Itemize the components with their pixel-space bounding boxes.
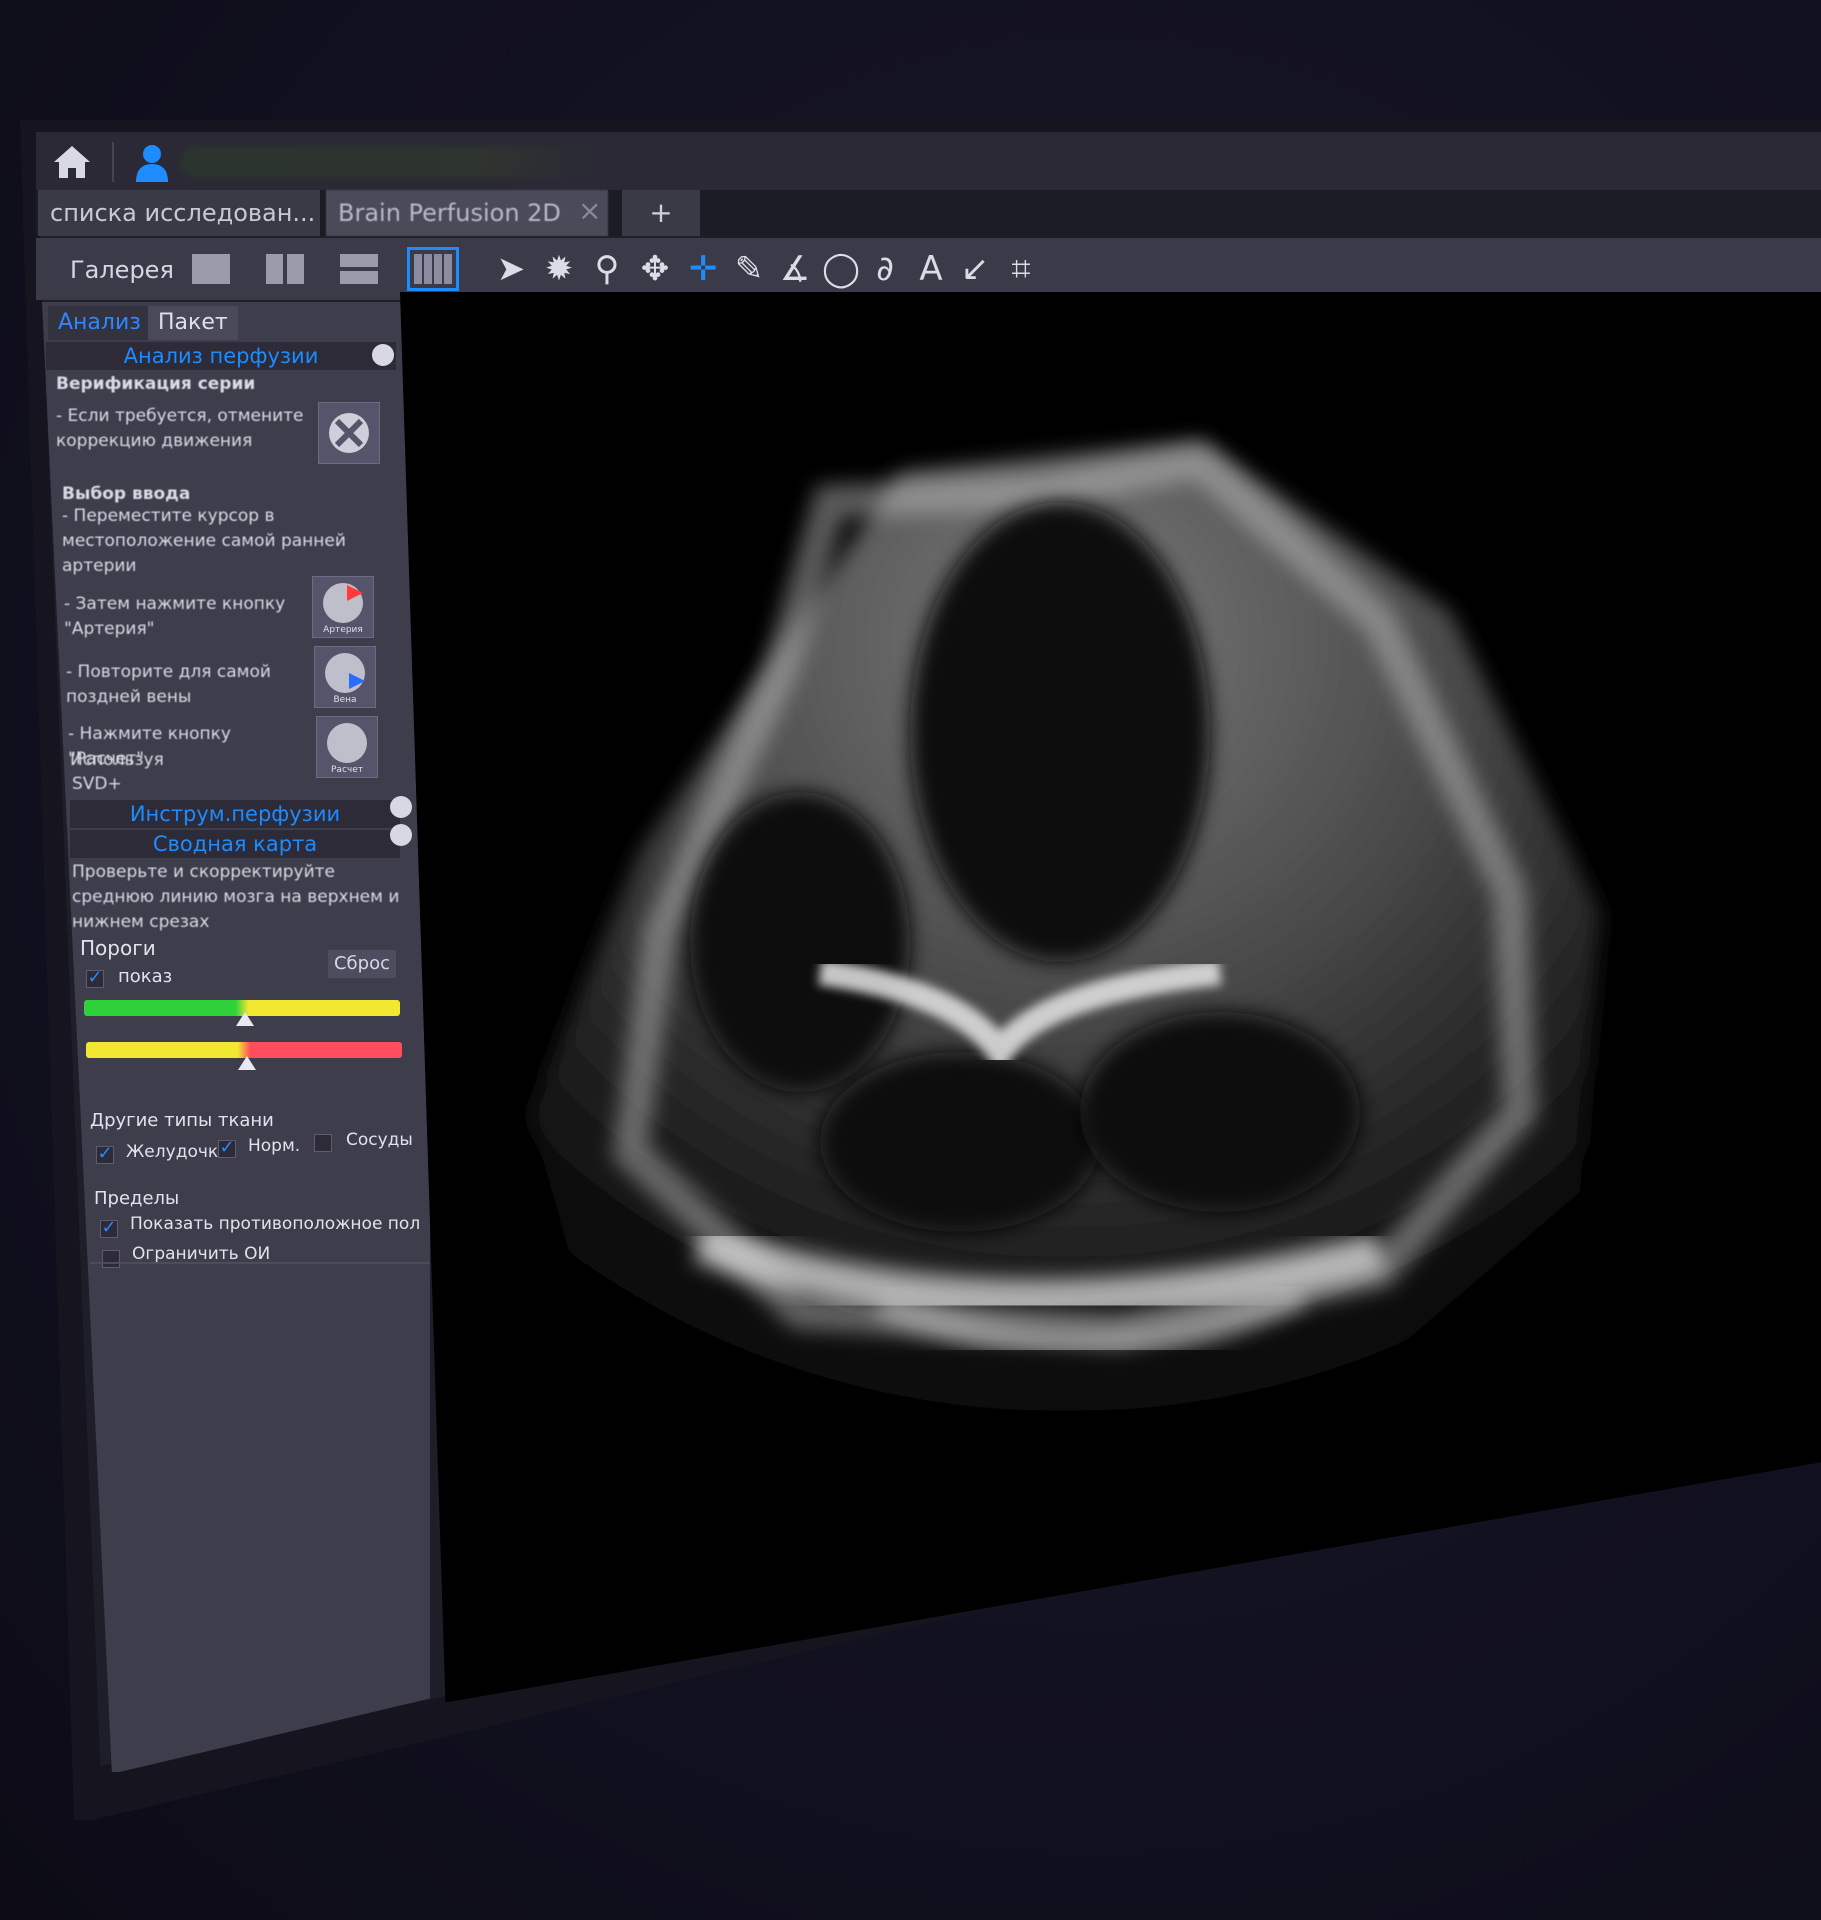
thresholds-title: Пороги (80, 936, 156, 960)
zoom-icon[interactable]: ⚲ (588, 248, 626, 290)
chamber-rv (690, 792, 910, 1092)
layout-2x1-icon[interactable] (340, 254, 378, 284)
arrow-annotation-icon[interactable]: ↙ (956, 248, 994, 290)
add-tab-button[interactable]: + (622, 190, 700, 236)
user-icon[interactable] (132, 140, 172, 184)
brightness-icon[interactable]: ✹ (540, 248, 578, 290)
artery-button-label: Артерия (323, 625, 363, 635)
normal-label: Норм. (248, 1136, 301, 1156)
chamber-la (1080, 1012, 1360, 1212)
crop-icon[interactable]: ⌗ (1002, 248, 1040, 290)
calc-icon (327, 723, 367, 763)
topbar-separator (112, 142, 114, 182)
pan-icon[interactable]: ✥ (636, 248, 674, 290)
section-perfusion-analysis[interactable]: Анализ перфузии (46, 342, 396, 370)
crosshair-icon[interactable]: ✛ (684, 248, 722, 290)
step-motion-hint: - Если требуется, отмените коррекцию дви… (56, 406, 304, 451)
ultrasound-image[interactable] (400, 292, 1821, 1472)
tab-study-list[interactable]: списка исследован... (38, 190, 320, 236)
select-arrow-icon[interactable]: ➤ (492, 248, 530, 290)
section-toggle-dot[interactable] (372, 344, 394, 366)
calc-button[interactable]: Расчет (316, 716, 378, 778)
gallery-button[interactable]: Галерея (70, 256, 174, 284)
layout-1x2-icon[interactable] (266, 254, 304, 284)
angle-icon[interactable]: ∡ (776, 248, 814, 290)
midline-hint: Проверьте и скорректируйте среднюю линию… (72, 862, 400, 932)
show-thresholds-label: показ (118, 966, 173, 987)
limit-roi-label: Ограничить ОИ (132, 1244, 271, 1264)
normal-checkbox[interactable]: ✓ (218, 1139, 236, 1158)
section-summary-map[interactable]: Сводная карта (70, 830, 400, 858)
panel-divider (90, 1262, 430, 1264)
chamber-lv (910, 502, 1210, 962)
limit-roi-checkbox[interactable] (102, 1250, 120, 1268)
calc-button-label: Расчет (331, 765, 363, 775)
artery-button[interactable]: Артерия (312, 576, 374, 638)
ventricles-label: Желудочк (126, 1142, 219, 1162)
tab-batch[interactable]: Пакет (148, 306, 238, 340)
tab-analysis[interactable]: Анализ (48, 306, 151, 340)
close-tab-icon[interactable]: × (578, 194, 601, 227)
vein-button-label: Вена (333, 695, 357, 705)
threshold-slider-2[interactable] (238, 1056, 256, 1070)
vein-marker-icon (349, 673, 365, 689)
section-perfusion-tools[interactable]: Инструм.перфузии (70, 800, 400, 828)
step-move-cursor: - Переместите курсор в местоположение са… (62, 506, 346, 576)
threshold-slider-1[interactable] (236, 1012, 254, 1026)
show-thresholds-checkbox[interactable]: ✓ (86, 969, 104, 988)
vessels-checkbox[interactable] (314, 1134, 332, 1152)
text-icon[interactable]: A (912, 248, 950, 290)
ventricles-checkbox[interactable]: ✓ (96, 1145, 114, 1164)
limits-title: Пределы (94, 1188, 180, 1209)
show-opposite-label: Показать противоположное полу (130, 1214, 420, 1234)
vein-button[interactable]: Вена (314, 646, 376, 708)
ruler-icon[interactable]: ✎ (730, 248, 768, 290)
motion-correction-button[interactable] (318, 402, 380, 464)
chamber-ra (820, 1052, 1100, 1232)
step-vein-hint: - Повторите для самой поздней вены (66, 662, 271, 707)
step-svd: SVD+ (72, 774, 122, 794)
tissue-types-title: Другие типы ткани (90, 1110, 274, 1131)
show-opposite-checkbox[interactable]: ✓ (100, 1219, 118, 1238)
step-artery-hint: - Затем нажмите кнопку "Артерия" (64, 594, 286, 639)
step-series-verification: Верификация серии (56, 374, 256, 394)
home-icon[interactable] (50, 140, 94, 184)
artery-marker-icon (347, 585, 363, 601)
close-circle-icon (329, 413, 369, 453)
freehand-icon[interactable]: ∂ (866, 248, 904, 290)
reset-button[interactable]: Сброс (328, 950, 396, 978)
user-name-blurred (180, 146, 610, 178)
ellipse-icon[interactable]: ◯ (822, 248, 860, 290)
tab-brain-perfusion[interactable]: Brain Perfusion 2D (326, 190, 608, 236)
layout-1x1-icon[interactable] (192, 254, 230, 284)
layout-grid-icon[interactable] (407, 247, 459, 291)
step-using: Используя (70, 750, 164, 770)
